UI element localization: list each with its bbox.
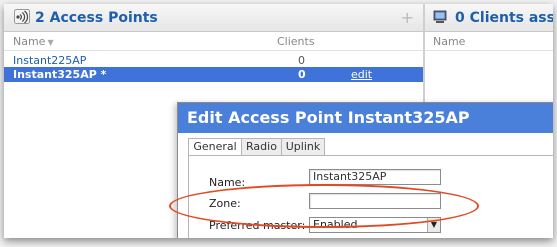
ap-clients: 0 xyxy=(298,68,306,81)
monitor-icon xyxy=(433,10,447,23)
column-header-name[interactable]: Name ▼ xyxy=(13,35,54,48)
column-header-clients[interactable]: Clients xyxy=(277,35,315,48)
ap-clients: 0 xyxy=(298,54,305,67)
dialog-title: Edit Access Point Instant325AP xyxy=(187,108,470,127)
clients-title: 0 Clients ass xyxy=(455,10,553,26)
wifi-icon xyxy=(14,9,30,24)
highlight-annotation-oval xyxy=(169,184,479,228)
clients-column-header-name[interactable]: Name xyxy=(433,35,465,48)
access-points-title: 2 Access Points xyxy=(35,10,158,26)
ap-name: Instant225AP xyxy=(13,54,87,67)
tab-general[interactable]: General xyxy=(188,138,242,156)
ap-name: Instant325AP * xyxy=(13,68,107,81)
access-points-header: 2 Access Points + xyxy=(4,4,423,32)
tab-uplink[interactable]: Uplink xyxy=(281,138,325,156)
header-divider xyxy=(4,50,423,51)
app-window: 2 Access Points + Name ▼ Clients Instant2… xyxy=(4,4,553,238)
add-access-point-icon[interactable]: + xyxy=(401,8,414,27)
name-field[interactable]: Instant325AP xyxy=(309,169,441,185)
dialog-title-bar[interactable]: Edit Access Point Instant325AP xyxy=(178,103,553,133)
table-row[interactable]: Instant225AP 0 xyxy=(4,54,423,68)
edit-link[interactable]: edit xyxy=(351,68,372,81)
column-header-name-label: Name xyxy=(13,35,46,48)
table-row-selected[interactable]: Instant325AP * 0 edit xyxy=(4,67,423,82)
sort-descending-icon: ▼ xyxy=(47,38,54,47)
tab-radio[interactable]: Radio xyxy=(241,138,282,156)
clients-header: 0 Clients ass xyxy=(425,4,553,32)
clients-header-divider xyxy=(425,50,553,51)
